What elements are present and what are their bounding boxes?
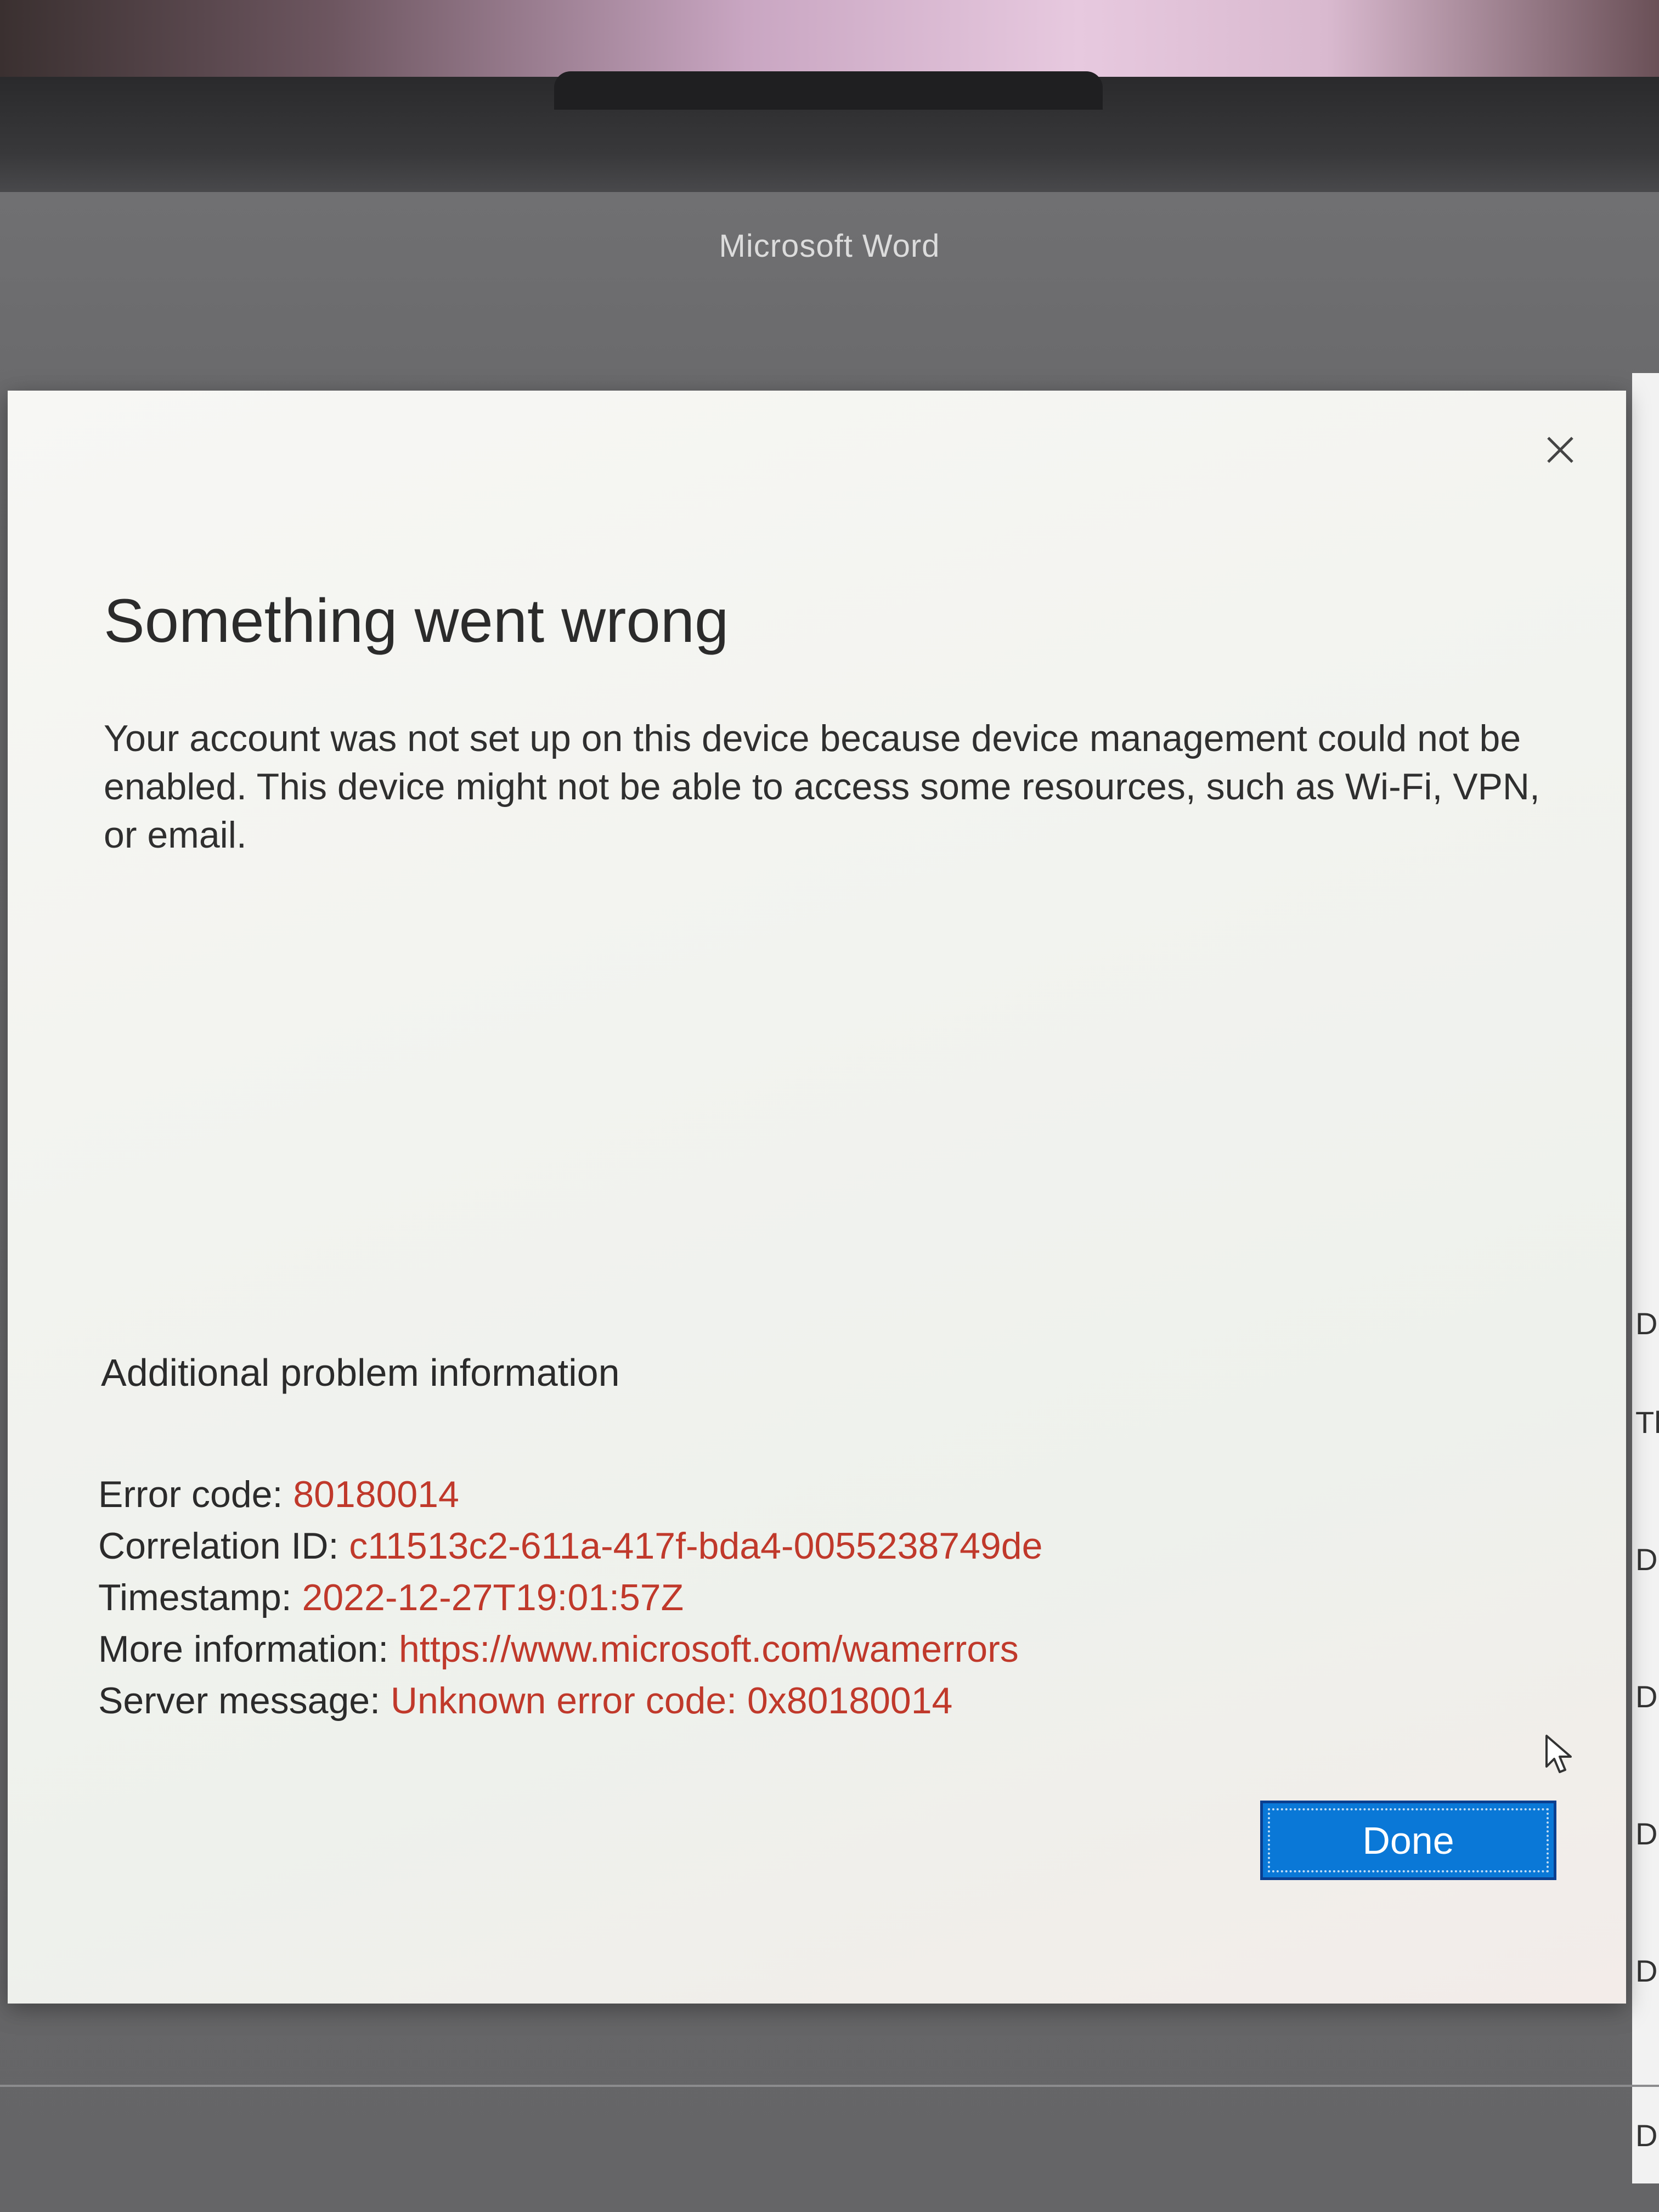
background-partial-text: Th (1635, 1405, 1659, 1440)
timestamp-row: Timestamp: 2022-12-27T19:01:57Z (98, 1572, 1042, 1623)
app-title: Microsoft Word (719, 228, 940, 264)
webcam-housing (554, 71, 1103, 110)
error-details: Error code: 80180014 Correlation ID: c11… (98, 1469, 1042, 1726)
detail-label: Correlation ID: (98, 1525, 349, 1567)
server-message-row: Server message: Unknown error code: 0x80… (98, 1675, 1042, 1726)
error-code-value: 80180014 (293, 1474, 459, 1515)
timestamp-value: 2022-12-27T19:01:57Z (302, 1577, 684, 1618)
dialog-message: Your account was not set up on this devi… (104, 718, 1540, 856)
detail-label: Timestamp: (98, 1577, 302, 1618)
background-partial-text: D (1635, 1542, 1658, 1577)
background-partial-text: D (1635, 1816, 1658, 1851)
server-message-value: Unknown error code: 0x80180014 (390, 1680, 953, 1722)
detail-label: Error code: (98, 1474, 294, 1515)
background-partial-text: D (1635, 1954, 1658, 1988)
background-partial-text: Da (1635, 1306, 1659, 1341)
correlation-id-row: Correlation ID: c11513c2-611a-417f-bda4-… (98, 1520, 1042, 1572)
dialog-title: Something went wrong (104, 586, 729, 655)
background-divider (0, 2085, 1659, 2087)
error-code-row: Error code: 80180014 (98, 1469, 1042, 1520)
done-button[interactable]: Done (1260, 1801, 1556, 1880)
background-partial-text: D (1635, 1679, 1658, 1714)
more-information-link[interactable]: https://www.microsoft.com/wamerrors (399, 1628, 1019, 1670)
additional-info-heading: Additional problem information (101, 1351, 620, 1394)
detail-label: More information: (98, 1628, 399, 1670)
mouse-pointer-icon (1544, 1734, 1577, 1780)
correlation-id-value: c11513c2-611a-417f-bda4-0055238749de (349, 1525, 1043, 1567)
close-icon (1546, 436, 1575, 467)
close-button[interactable] (1538, 429, 1582, 473)
error-dialog: Something went wrong Your account was no… (8, 391, 1626, 2004)
background-document-strip: Da Th D D D D D (1632, 373, 1659, 2183)
more-information-row: More information: https://www.microsoft.… (98, 1623, 1042, 1675)
background-partial-text: D (1635, 2118, 1658, 2153)
detail-label: Server message: (98, 1680, 391, 1722)
